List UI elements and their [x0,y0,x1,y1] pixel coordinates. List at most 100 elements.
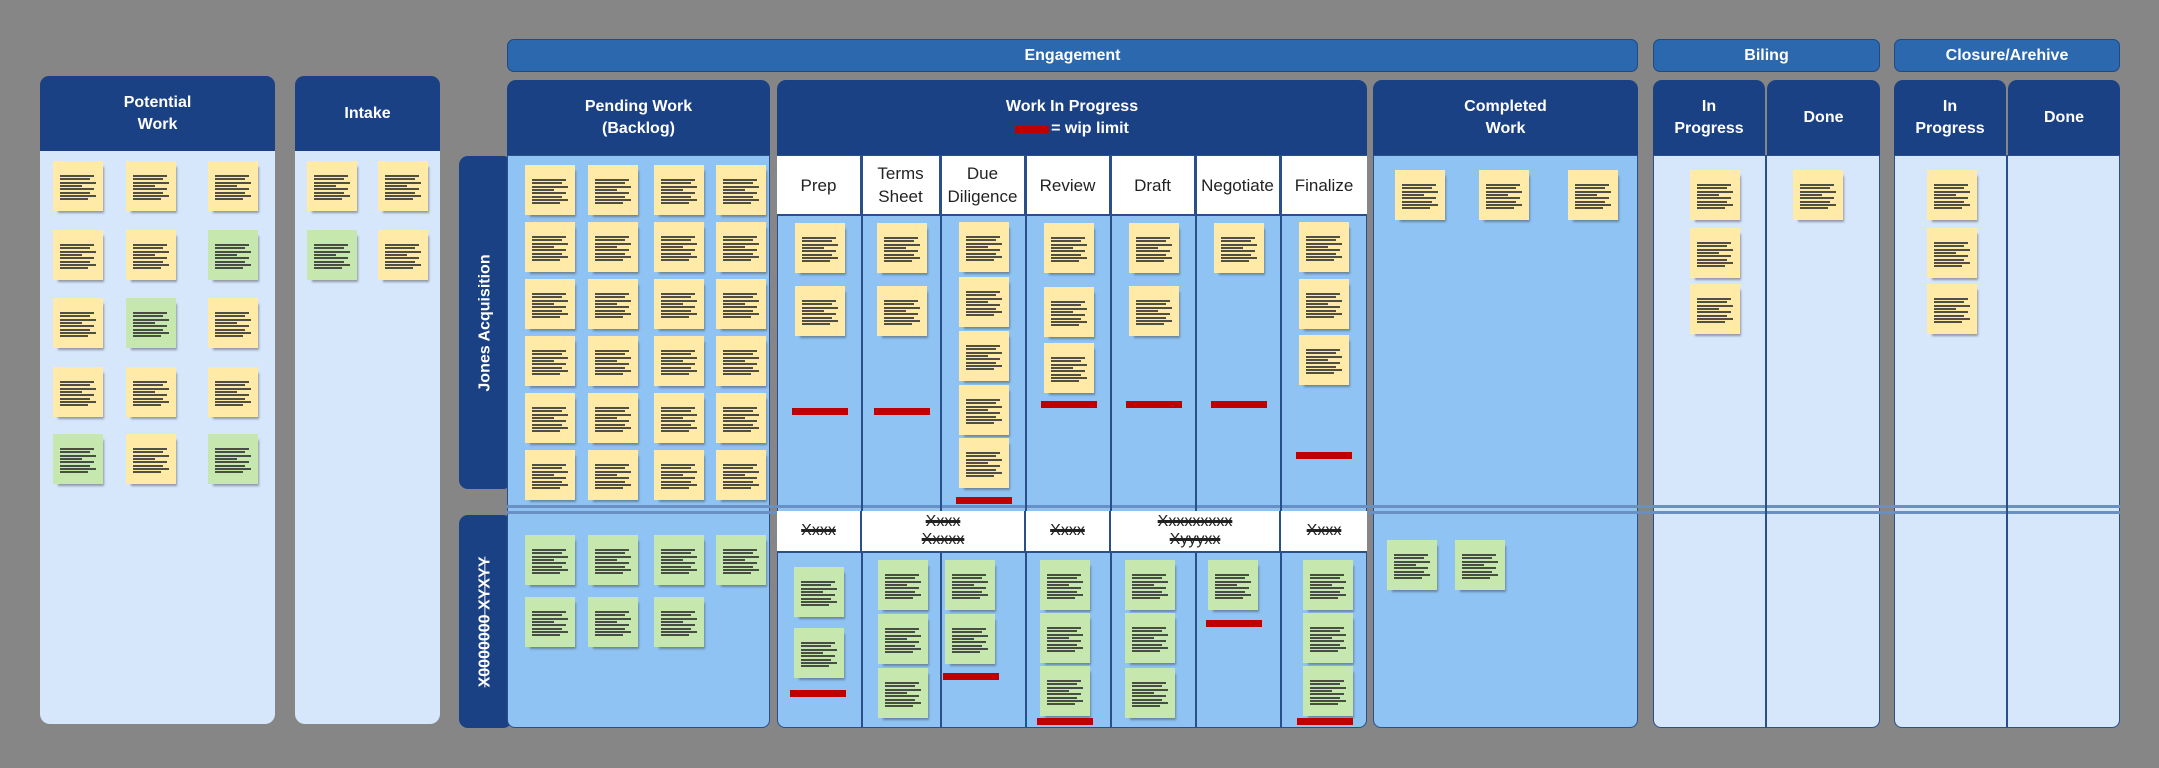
sticky-note-pending[interactable] [654,165,704,215]
sticky-note-closure[interactable] [1927,284,1977,334]
sticky-note-wip[interactable] [958,277,1009,327]
sticky-note-pending[interactable] [525,535,575,585]
sticky-note-wip[interactable] [945,614,995,664]
sticky-note-pending[interactable] [588,450,638,500]
sticky-note-intake[interactable] [307,161,357,211]
sticky-note-wip[interactable] [1303,560,1353,610]
sticky-note-pending[interactable] [588,535,638,585]
sticky-note-pending[interactable] [716,535,766,585]
sticky-note-wip[interactable] [1043,287,1094,337]
sticky-note-wip[interactable] [1303,613,1353,663]
sticky-note-pending[interactable] [588,336,638,386]
sticky-note-potential[interactable] [126,434,176,484]
sticky-note-completed[interactable] [1479,170,1529,220]
sticky-note-pending[interactable] [588,279,638,329]
sticky-note-pending[interactable] [588,165,638,215]
sticky-note-wip[interactable] [1043,343,1094,393]
sticky-note-wip[interactable] [1128,286,1179,336]
sticky-note-wip[interactable] [1040,613,1090,663]
sticky-note-pending[interactable] [525,597,575,647]
sticky-note-potential[interactable] [208,298,258,348]
sticky-note-billing[interactable] [1690,170,1740,220]
sticky-note-pending[interactable] [588,597,638,647]
sticky-note-completed[interactable] [1455,540,1505,590]
sticky-note-wip[interactable] [945,560,995,610]
sticky-note-wip[interactable] [1125,668,1175,718]
sticky-note-potential[interactable] [53,161,103,211]
sticky-note-wip[interactable] [1213,223,1264,273]
sticky-note-pending[interactable] [525,222,575,272]
sticky-note-pending[interactable] [716,450,766,500]
sticky-note-wip[interactable] [958,438,1009,488]
note-text-line [385,181,421,184]
sticky-note-pending[interactable] [654,336,704,386]
sticky-note-closure[interactable] [1927,228,1977,278]
sticky-note-pending[interactable] [525,450,575,500]
sticky-note-pending[interactable] [654,535,704,585]
sticky-note-wip[interactable] [1303,666,1353,716]
sticky-note-pending[interactable] [525,336,575,386]
sticky-note-wip[interactable] [794,628,844,678]
sticky-note-potential[interactable] [126,367,176,417]
sticky-note-intake[interactable] [307,230,357,280]
sticky-note-wip[interactable] [1043,223,1094,273]
sticky-note-potential[interactable] [208,161,258,211]
sticky-note-potential[interactable] [53,298,103,348]
sticky-note-pending[interactable] [525,279,575,329]
sticky-note-completed[interactable] [1387,540,1437,590]
sticky-note-pending[interactable] [525,165,575,215]
sticky-note-wip[interactable] [878,560,928,610]
sticky-note-potential[interactable] [126,230,176,280]
sticky-note-completed[interactable] [1568,170,1618,220]
sticky-note-pending[interactable] [588,393,638,443]
sticky-note-pending[interactable] [654,393,704,443]
sticky-note-potential[interactable] [53,367,103,417]
sticky-note-intake[interactable] [378,161,428,211]
note-text-line [314,267,342,270]
sticky-note-wip[interactable] [794,567,844,617]
sticky-note-wip[interactable] [794,223,845,273]
sticky-note-pending[interactable] [588,222,638,272]
sticky-note-potential[interactable] [53,230,103,280]
sticky-note-wip[interactable] [1299,222,1349,272]
note-text-line [661,192,695,195]
sticky-note-pending[interactable] [716,336,766,386]
sticky-note-pending[interactable] [716,279,766,329]
sticky-note-completed[interactable] [1395,170,1445,220]
sticky-note-pending[interactable] [716,222,766,272]
sticky-note-billing[interactable] [1690,228,1740,278]
sticky-note-wip[interactable] [1040,560,1090,610]
sticky-note-billing-done[interactable] [1793,170,1843,220]
sticky-note-wip[interactable] [1208,560,1258,610]
sticky-note-pending[interactable] [654,222,704,272]
sticky-note-wip[interactable] [1040,666,1090,716]
sticky-note-potential[interactable] [208,230,258,280]
sticky-note-pending[interactable] [525,393,575,443]
sticky-note-wip[interactable] [1299,279,1349,329]
sticky-note-potential[interactable] [208,367,258,417]
sticky-note-pending[interactable] [654,597,704,647]
sticky-note-wip[interactable] [958,331,1009,381]
sticky-note-potential[interactable] [126,298,176,348]
sticky-note-wip[interactable] [878,614,928,664]
sticky-note-pending[interactable] [654,450,704,500]
sticky-note-wip[interactable] [958,222,1009,272]
sticky-note-potential[interactable] [126,161,176,211]
sticky-note-closure[interactable] [1927,170,1977,220]
sticky-note-potential[interactable] [53,434,103,484]
sticky-note-pending[interactable] [654,279,704,329]
sticky-note-wip[interactable] [958,385,1009,435]
sticky-note-billing[interactable] [1690,284,1740,334]
sticky-note-pending[interactable] [716,165,766,215]
sticky-note-wip[interactable] [876,286,927,336]
sticky-note-wip[interactable] [1128,223,1179,273]
sticky-note-wip[interactable] [878,668,928,718]
sticky-note-potential[interactable] [208,434,258,484]
sticky-note-wip[interactable] [1125,613,1175,663]
sticky-note-intake[interactable] [378,230,428,280]
sticky-note-wip[interactable] [794,286,845,336]
sticky-note-wip[interactable] [1125,560,1175,610]
sticky-note-wip[interactable] [876,223,927,273]
sticky-note-pending[interactable] [716,393,766,443]
sticky-note-wip[interactable] [1299,335,1349,385]
